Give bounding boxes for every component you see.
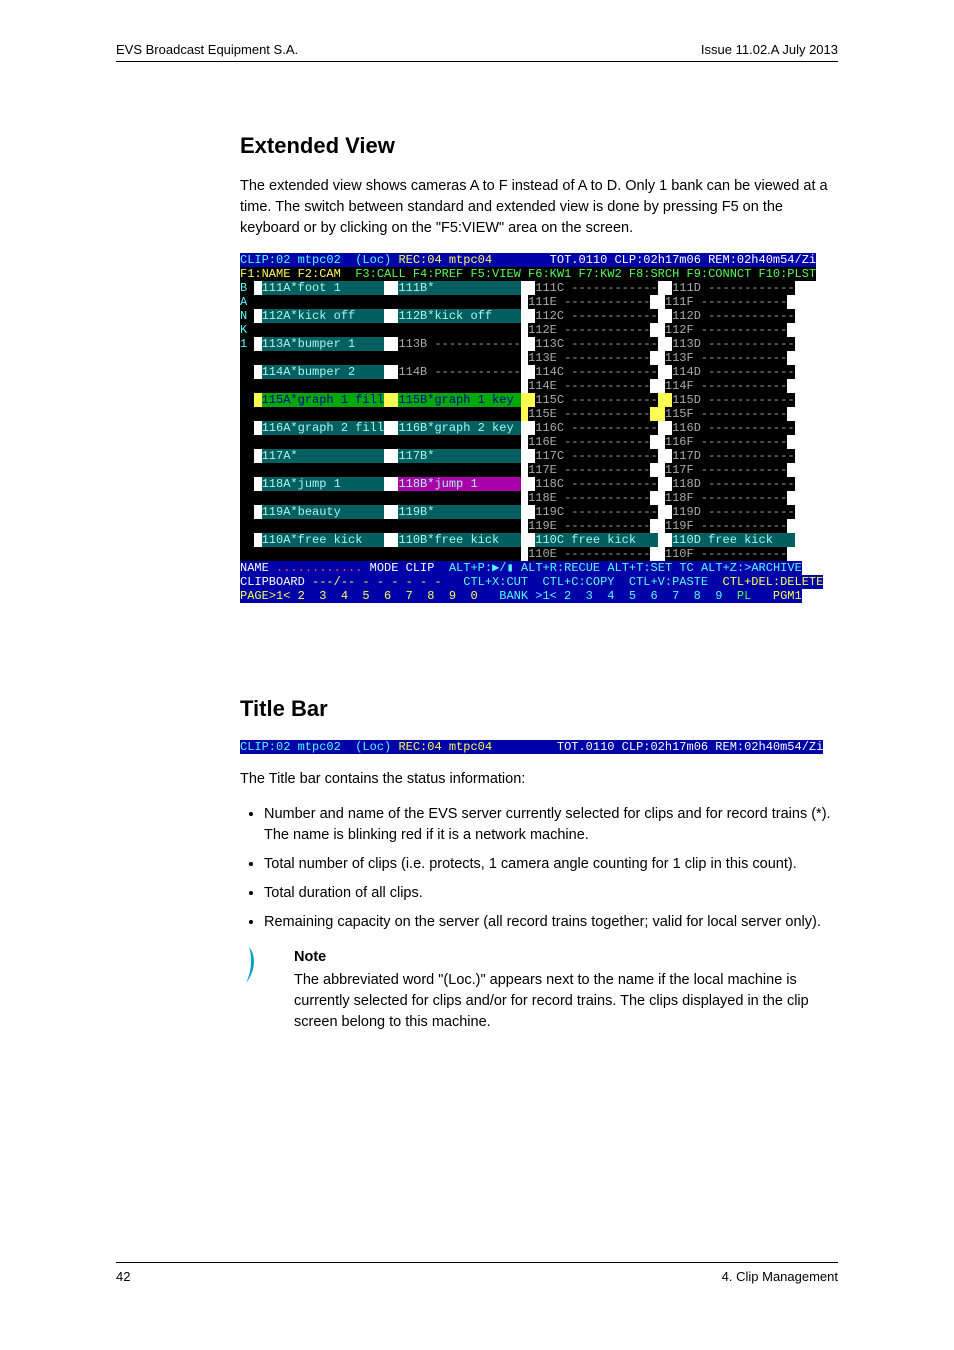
running-footer: 42 4. Clip Management — [116, 1262, 838, 1284]
list-item: Number and name of the EVS server curren… — [264, 804, 840, 846]
list-item: Remaining capacity on the server (all re… — [264, 912, 840, 933]
heading-title-bar: Title Bar — [240, 693, 840, 725]
note-body-text: The abbreviated word "(Loc.)" appears ne… — [294, 970, 840, 1033]
terminal-screenshot: CLIP:02 mtpc02 (Loc) REC:04 mtpc04 TOT.0… — [240, 253, 840, 603]
footer-right: 4. Clip Management — [722, 1269, 838, 1284]
note-block: Note The abbreviated word "(Loc.)" appea… — [240, 947, 840, 1033]
header-right: Issue 11.02.A July 2013 — [701, 42, 838, 57]
paragraph-title-bar-lead: The Title bar contains the status inform… — [240, 769, 840, 790]
heading-extended-view: Extended View — [240, 130, 840, 162]
note-icon — [240, 947, 258, 1033]
header-left: EVS Broadcast Equipment S.A. — [116, 42, 298, 57]
list-item: Total number of clips (i.e. protects, 1 … — [264, 854, 840, 875]
running-header: EVS Broadcast Equipment S.A. Issue 11.02… — [116, 42, 838, 62]
page-content: Extended View The extended view shows ca… — [240, 130, 840, 1033]
title-bar-bullet-list: Number and name of the EVS server curren… — [240, 804, 840, 933]
list-item: Total duration of all clips. — [264, 883, 840, 904]
note-title: Note — [294, 947, 840, 968]
footer-left: 42 — [116, 1269, 130, 1284]
paragraph-extended-view: The extended view shows cameras A to F i… — [240, 176, 840, 239]
title-bar-screenshot: CLIP:02 mtpc02 (Loc) REC:04 mtpc04 TOT.0… — [240, 739, 840, 755]
